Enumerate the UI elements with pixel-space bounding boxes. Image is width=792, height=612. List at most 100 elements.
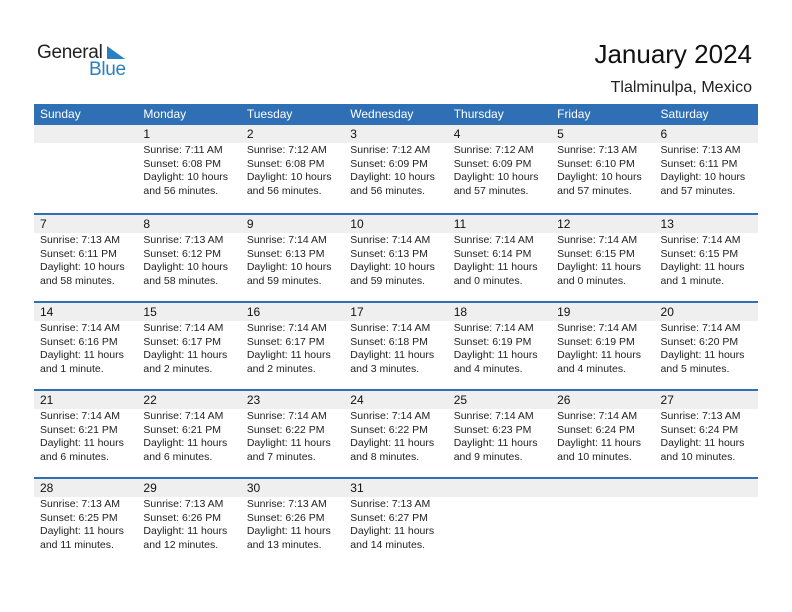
day-number-bar: 21 22 23 24 25 26 27 — [34, 391, 758, 409]
empty-day-cell — [34, 143, 137, 198]
daylight-text: Daylight: 11 hours — [246, 525, 331, 537]
sunrise-text: Sunrise: 7:14 AM — [246, 234, 327, 246]
day-cell: Sunrise: 7:14 AM Sunset: 6:14 PM Daylight:… — [448, 233, 551, 288]
daylight-text: Daylight: 10 hours — [453, 171, 539, 183]
daylight-minutes-text: and 11 minutes. — [40, 538, 114, 551]
day-number: 8 — [143, 217, 151, 231]
logo-text-blue: Blue — [89, 59, 126, 80]
day-number: 19 — [557, 305, 571, 319]
daylight-minutes-text: and 0 minutes. — [453, 274, 523, 287]
day-number: 12 — [557, 217, 571, 231]
day-number: 25 — [453, 393, 468, 407]
day-number: 29 — [143, 481, 157, 495]
sunset-text: Sunset: 6:08 PM — [246, 157, 325, 170]
day-cell: Sunrise: 7:13 AM Sunset: 6:24 PM Daylight:… — [655, 409, 758, 464]
logo-triangle-icon — [107, 46, 125, 59]
day-number: 16 — [246, 305, 261, 319]
empty-day-number — [551, 479, 654, 497]
day-cell: Sunrise: 7:13 AM Sunset: 6:10 PM Daylight:… — [551, 143, 654, 198]
day-cell: Sunrise: 7:14 AM Sunset: 6:15 PM Daylight:… — [551, 233, 654, 288]
daylight-text: Daylight: 11 hours — [350, 525, 435, 537]
daylight-minutes-text: and 1 minute. — [660, 274, 725, 287]
sunset-text: Sunset: 6:15 PM — [660, 247, 739, 260]
empty-day-cell — [448, 497, 551, 552]
daylight-minutes-text: and 57 minutes. — [453, 184, 529, 197]
sunset-text: Sunset: 6:11 PM — [660, 157, 738, 170]
daylight-minutes-text: and 0 minutes. — [557, 274, 626, 287]
day-number: 13 — [660, 217, 674, 231]
daylight-text: Daylight: 11 hours — [350, 349, 435, 361]
daylight-minutes-text: and 10 minutes. — [660, 450, 736, 463]
daylight-text: Daylight: 11 hours — [660, 261, 745, 273]
daylight-minutes-text: and 56 minutes. — [350, 184, 425, 197]
weekday-header: Thursday — [453, 107, 504, 121]
sunrise-text: Sunrise: 7:13 AM — [143, 234, 224, 246]
daylight-minutes-text: and 58 minutes. — [143, 274, 219, 287]
day-cell: Sunrise: 7:14 AM Sunset: 6:15 PM Daylight:… — [655, 233, 758, 288]
sunrise-text: Sunrise: 7:14 AM — [350, 322, 431, 334]
day-cell: Sunrise: 7:14 AM Sunset: 6:21 PM Daylight:… — [137, 409, 240, 464]
day-cell: Sunrise: 7:14 AM Sunset: 6:20 PM Daylight:… — [655, 321, 758, 376]
daylight-minutes-text: and 6 minutes. — [143, 450, 213, 463]
day-number: 6 — [660, 127, 668, 141]
sunrise-text: Sunrise: 7:14 AM — [453, 322, 534, 334]
week-row: 28 29 30 31 Sunrise: 7:13 AM Sunset: 6:25 PM D… — [34, 477, 758, 565]
sunrise-text: Sunrise: 7:13 AM — [246, 498, 327, 510]
day-cell: Sunrise: 7:14 AM Sunset: 6:18 PM Daylight:… — [344, 321, 447, 376]
day-cell: Sunrise: 7:12 AM Sunset: 6:08 PM Daylight:… — [241, 143, 344, 198]
day-number: 1 — [143, 127, 151, 141]
sunset-text: Sunset: 6:16 PM — [40, 335, 118, 348]
daylight-text: Daylight: 10 hours — [350, 261, 435, 273]
day-number: 18 — [453, 305, 468, 319]
daylight-minutes-text: and 57 minutes. — [557, 184, 632, 197]
day-number: 20 — [660, 305, 674, 319]
daylight-text: Daylight: 11 hours — [246, 349, 331, 361]
sunrise-text: Sunrise: 7:14 AM — [557, 234, 638, 246]
empty-day-number — [655, 479, 758, 497]
daylight-minutes-text: and 14 minutes. — [350, 538, 425, 551]
day-number-bar: 7 8 9 10 11 12 13 — [34, 215, 758, 233]
sunset-text: Sunset: 6:09 PM — [350, 157, 428, 170]
week-row: 7 8 9 10 11 12 13 Sunrise: 7:13 AM Sunset: 6:11 … — [34, 213, 758, 301]
weekday-header: Wednesday — [350, 107, 414, 121]
day-cell: Sunrise: 7:13 AM Sunset: 6:11 PM Daylight:… — [655, 143, 758, 198]
day-cell: Sunrise: 7:14 AM Sunset: 6:22 PM Daylight:… — [344, 409, 447, 464]
sunrise-text: Sunrise: 7:14 AM — [40, 410, 120, 422]
day-details-row: Sunrise: 7:11 AM Sunset: 6:08 PM Daylight:… — [34, 143, 758, 198]
day-details-row: Sunrise: 7:14 AM Sunset: 6:21 PM Daylight:… — [34, 409, 758, 464]
day-cell: Sunrise: 7:13 AM Sunset: 6:11 PM Daylight:… — [34, 233, 137, 288]
weekday-header: Friday — [557, 107, 591, 121]
sunset-text: Sunset: 6:19 PM — [453, 335, 532, 348]
day-cell: Sunrise: 7:14 AM Sunset: 6:16 PM Daylight:… — [34, 321, 137, 376]
sunset-text: Sunset: 6:26 PM — [143, 511, 222, 524]
daylight-text: Daylight: 10 hours — [660, 171, 746, 183]
sunset-text: Sunset: 6:21 PM — [143, 423, 222, 436]
daylight-text: Daylight: 11 hours — [557, 349, 641, 361]
sunset-text: Sunset: 6:19 PM — [557, 335, 635, 348]
daylight-minutes-text: and 59 minutes. — [350, 274, 425, 287]
sunrise-text: Sunrise: 7:14 AM — [246, 322, 327, 334]
sunset-text: Sunset: 6:22 PM — [246, 423, 325, 436]
day-cell: Sunrise: 7:12 AM Sunset: 6:09 PM Daylight:… — [344, 143, 447, 198]
sunset-text: Sunset: 6:14 PM — [453, 247, 532, 260]
daylight-minutes-text: and 6 minutes. — [40, 450, 109, 463]
daylight-minutes-text: and 1 minute. — [40, 362, 104, 375]
daylight-minutes-text: and 56 minutes. — [143, 184, 219, 197]
day-cell: Sunrise: 7:14 AM Sunset: 6:24 PM Daylight:… — [551, 409, 654, 464]
daylight-minutes-text: and 8 minutes. — [350, 450, 420, 463]
daylight-text: Daylight: 11 hours — [350, 437, 435, 449]
sunset-text: Sunset: 6:22 PM — [350, 423, 428, 436]
empty-day-number — [34, 125, 137, 143]
daylight-text: Daylight: 11 hours — [246, 437, 331, 449]
week-row: 21 22 23 24 25 26 27 Sunrise: 7:14 AM Sunset: 6:… — [34, 389, 758, 477]
sunrise-text: Sunrise: 7:14 AM — [660, 322, 741, 334]
page-title: January 2024 — [594, 39, 752, 69]
sunset-text: Sunset: 6:23 PM — [453, 423, 532, 436]
empty-day-cell — [655, 497, 758, 552]
day-cell: Sunrise: 7:14 AM Sunset: 6:17 PM Daylight:… — [137, 321, 240, 376]
daylight-minutes-text: and 2 minutes. — [246, 362, 316, 375]
day-number: 21 — [40, 393, 54, 407]
daylight-text: Daylight: 11 hours — [557, 261, 641, 273]
day-number-bar: 1 2 3 4 5 6 — [34, 125, 758, 143]
sunrise-text: Sunrise: 7:14 AM — [350, 234, 431, 246]
